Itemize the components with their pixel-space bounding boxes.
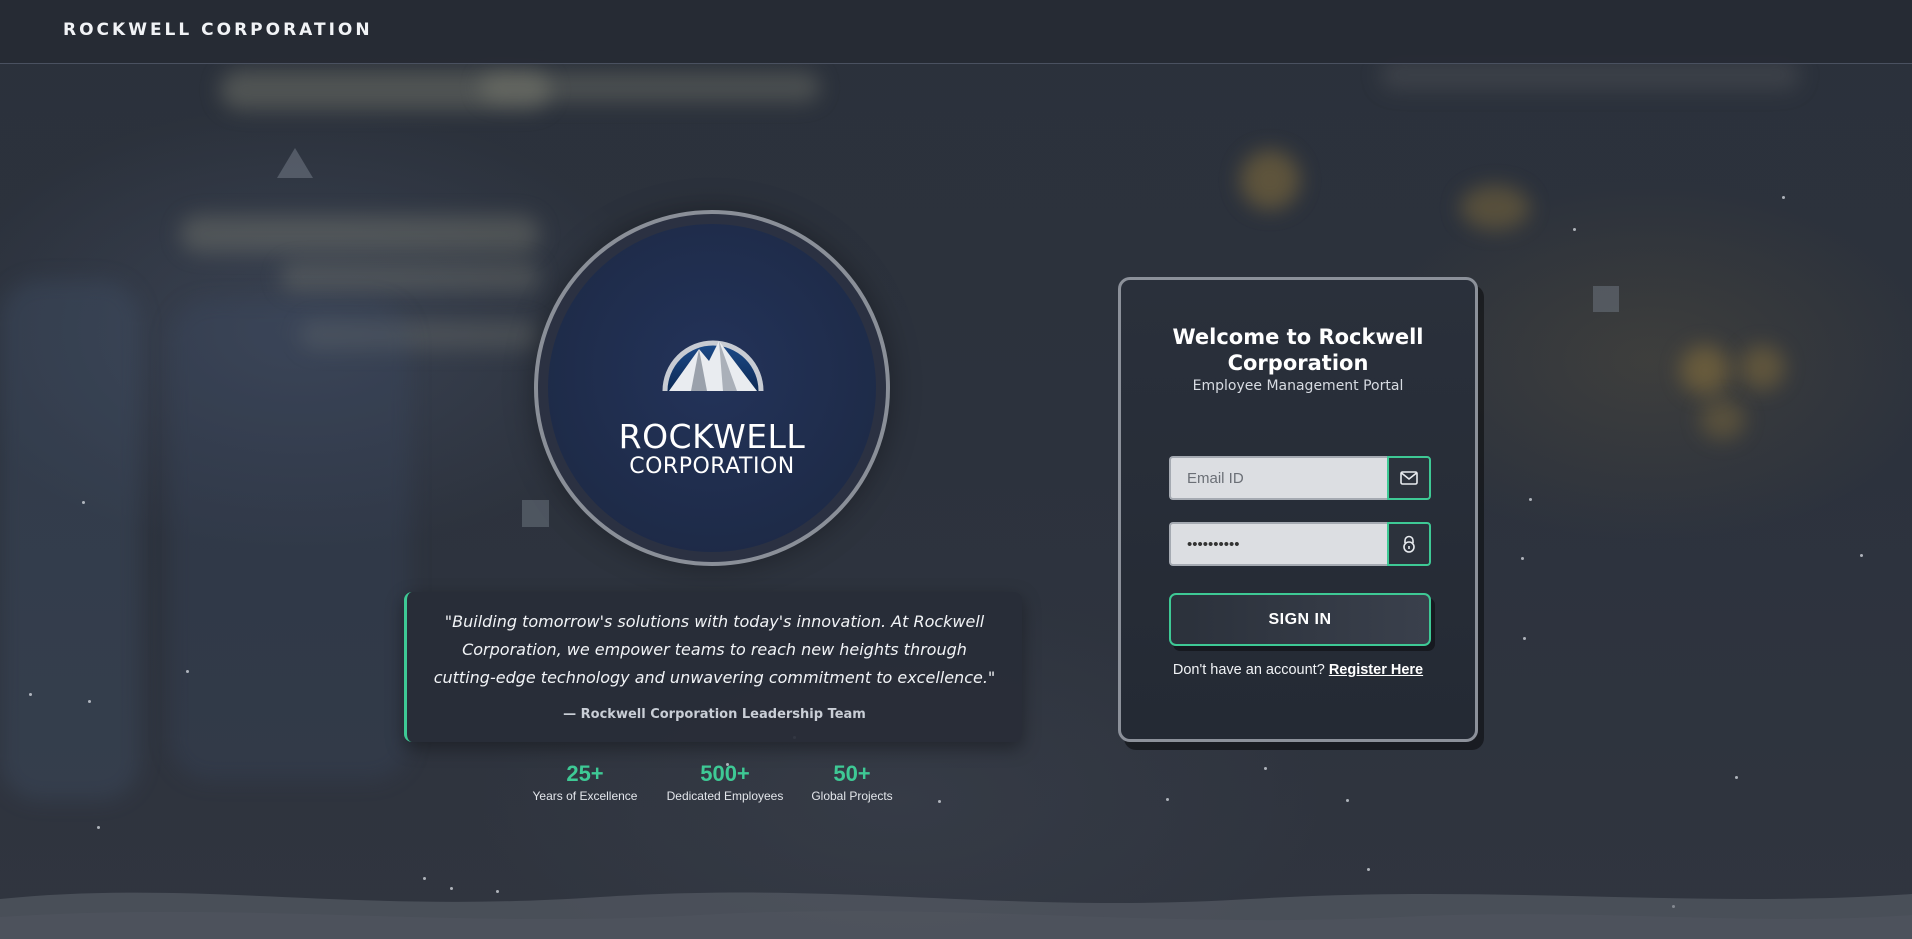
email-field-group [1169,456,1431,500]
quote-author: — Rockwell Corporation Leadership Team [563,707,866,722]
quote-text: "Building tomorrow's solutions with toda… [433,612,996,687]
login-subtitle: Employee Management Portal [1192,378,1404,394]
stat-label: Global Projects [811,789,893,803]
background [0,0,1912,939]
email-input[interactable] [1169,456,1389,500]
square-shape [1593,286,1619,312]
blurred-light [280,262,540,292]
particle [29,693,32,696]
particle [88,700,91,703]
logo-subtext: CORPORATION [629,454,795,479]
brand-name[interactable]: ROCKWELL CORPORATION [63,20,373,40]
sign-in-button[interactable]: SIGN IN [1169,593,1431,646]
particle [1860,554,1863,557]
stat-label: Dedicated Employees [666,789,784,803]
particle [82,501,85,504]
login-title: Welcome to Rockwell Corporation [1172,325,1424,375]
square-shape [522,500,549,527]
password-input[interactable] [1169,522,1389,566]
particle [1523,637,1526,640]
particle [186,670,189,673]
mountain-icon [662,340,764,392]
lock-icon [1403,535,1415,553]
blurred-figure [170,300,410,780]
blurred-light [1240,150,1300,210]
stat-employees: 500+ Dedicated Employees [655,761,795,803]
particle [1521,557,1524,560]
triangle-shape [277,148,313,178]
blurred-light [1700,400,1745,440]
bottom-wave [0,892,1912,939]
company-logo: ROCKWELL CORPORATION [534,210,890,566]
stat-projects: 50+ Global Projects [782,761,922,803]
particle [1573,228,1576,231]
logo-wordmark: ROCKWELL [618,417,806,456]
blurred-light [180,215,540,253]
logo-inner-circle: ROCKWELL CORPORATION [548,224,876,552]
stat-years: 25+ Years of Excellence [515,761,655,803]
particle [938,800,941,803]
stat-value: 500+ [700,761,750,786]
blurred-light [1680,345,1730,395]
register-link[interactable]: Register Here [1329,662,1423,678]
register-prompt: Don't have an account? [1172,662,1325,678]
envelope-icon [1400,471,1418,485]
blurred-light [1740,345,1785,390]
quote-box: "Building tomorrow's solutions with toda… [404,592,1022,742]
stat-value: 25+ [566,761,604,786]
login-card: Welcome to Rockwell Corporation Employee… [1118,277,1478,742]
password-icon-box[interactable] [1387,522,1431,566]
particle [1529,498,1532,501]
stat-label: Years of Excellence [532,789,638,803]
register-row: Don't have an account? Register Here [1121,662,1475,678]
particle [1264,767,1267,770]
blurred-light [1460,185,1530,230]
blurred-figure [0,280,140,800]
password-field-group [1169,522,1431,566]
particle [97,826,100,829]
particle [1782,196,1785,199]
particle [1735,776,1738,779]
blurred-light [1380,60,1800,90]
particle [1346,799,1349,802]
blurred-light [480,72,820,102]
stat-value: 50+ [833,761,871,786]
email-icon-box [1387,456,1431,500]
particle [1367,868,1370,871]
particle [1166,798,1169,801]
top-header: ROCKWELL CORPORATION [0,0,1912,64]
